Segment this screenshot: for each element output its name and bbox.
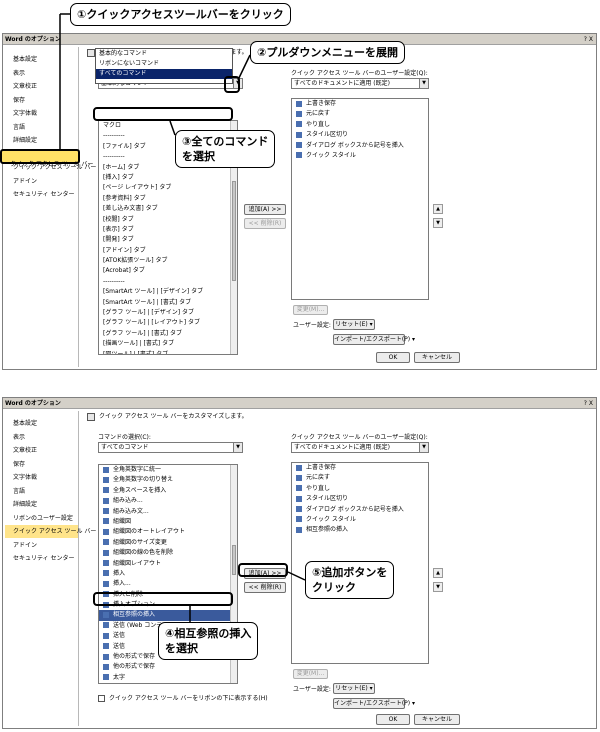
callout-connectors (59, 13, 306, 622)
callout-step1: ①クイックアクセスツールバーをクリック (70, 3, 291, 26)
callout-step2: ②プルダウンメニューを展開 (250, 41, 405, 64)
callout-step4: ④相互参照の挿入 を選択 (158, 622, 259, 660)
callout-step5: ⑤追加ボタンを クリック (305, 561, 395, 599)
callout-step3: ③全てのコマンド を選択 (175, 130, 276, 168)
